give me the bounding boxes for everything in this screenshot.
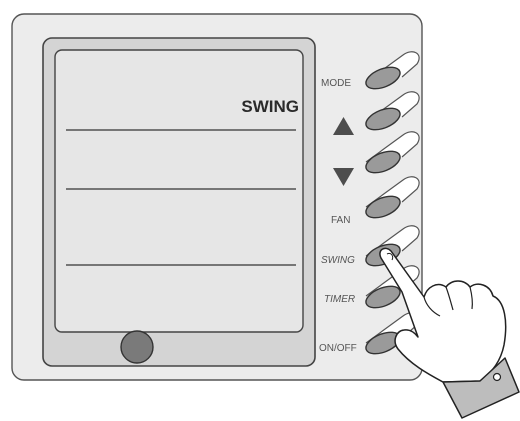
receiver-sensor: [120, 330, 154, 364]
pointing-hand-icon: [379, 247, 520, 419]
remote-controller-diagram: SWING MODE FAN SWING TIMER ON/OFF: [11, 13, 520, 419]
mode-label: MODE: [321, 78, 351, 89]
display-swing-text: SWING: [241, 97, 299, 116]
fan-label: FAN: [331, 215, 350, 226]
display-screen: [54, 49, 304, 333]
cufflink-icon: [492, 372, 502, 382]
swing-label: SWING: [321, 255, 355, 266]
onoff-label: ON/OFF: [319, 343, 357, 354]
timer-label: TIMER: [324, 294, 355, 305]
